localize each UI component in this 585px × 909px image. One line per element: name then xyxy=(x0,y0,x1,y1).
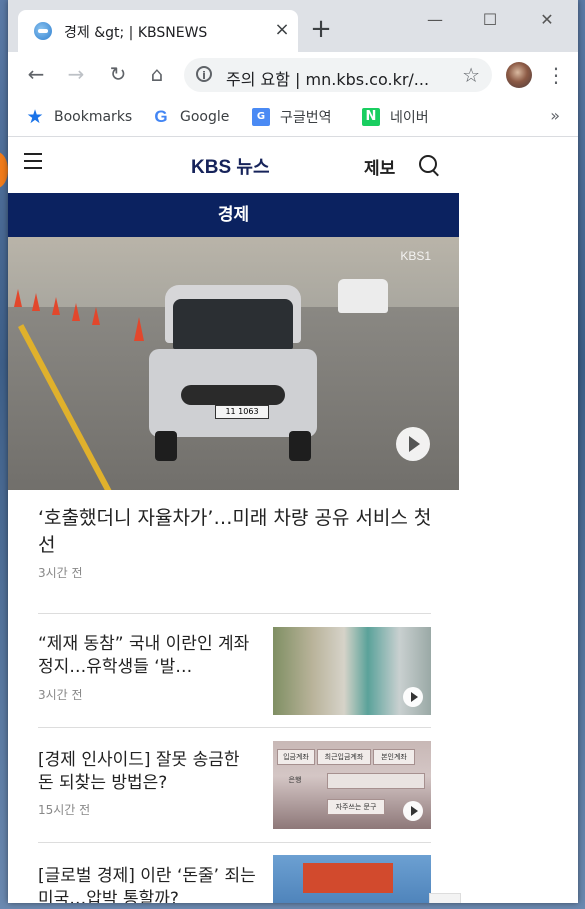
scroll-button[interactable] xyxy=(429,893,461,903)
article-title[interactable]: [경제 인사이드] 잘못 송금한 돈 되찾는 방법은? xyxy=(38,749,260,795)
thumb-label: 은행 xyxy=(288,776,302,784)
article-time: 15시간 전 xyxy=(38,803,91,817)
reload-icon[interactable]: ↻ xyxy=(104,60,132,88)
headline-time: 3시간 전 xyxy=(38,566,83,580)
maximize-icon[interactable]: ☐ xyxy=(470,8,510,32)
bookmark-star-icon[interactable]: ☆ xyxy=(462,63,480,87)
bookmark-bookmarks[interactable]: ★ Bookmarks xyxy=(26,106,132,128)
logo-news-text: 뉴스 xyxy=(236,157,270,177)
oil-rig-image xyxy=(303,863,393,893)
naver-icon: N xyxy=(362,108,380,126)
logo-kbs-text: KBS xyxy=(191,157,232,178)
article-time: 3시간 전 xyxy=(38,688,83,702)
thumb-label: 자주쓰는 문구 xyxy=(327,799,385,815)
play-icon[interactable] xyxy=(403,801,423,821)
search-icon[interactable] xyxy=(419,155,437,173)
traffic-cone xyxy=(32,293,40,311)
section-title: 경제 xyxy=(8,193,459,237)
report-link[interactable]: 제보 xyxy=(364,154,395,179)
article-thumbnail[interactable] xyxy=(273,627,431,715)
kbs-news-logo[interactable]: KBS 뉴스 xyxy=(191,153,270,179)
star-icon: ★ xyxy=(26,106,44,128)
thumb-field xyxy=(327,773,425,789)
article-title[interactable]: [글로벌 경제] 이란 ‘돈줄’ 죄는 미국…압박 통할까? xyxy=(38,865,260,903)
headline-title[interactable]: ‘호출했더니 자율차가’…미래 차량 공유 서비스 첫선 xyxy=(38,505,433,559)
bookmark-naver[interactable]: N 네이버 xyxy=(362,106,429,128)
bookmark-label: Google xyxy=(180,109,230,125)
site-info-icon[interactable]: i xyxy=(196,66,212,82)
desktop-app-icon[interactable] xyxy=(0,152,8,188)
profile-avatar[interactable] xyxy=(506,62,532,88)
site-header: KBS 뉴스 제보 xyxy=(8,137,459,193)
background-car xyxy=(338,279,388,313)
license-plate: 11 1063 xyxy=(215,405,269,419)
traffic-cone xyxy=(14,289,22,307)
address-text[interactable]: 주의 요함 | mn.kbs.co.kr/... xyxy=(226,66,446,90)
tab-strip: 경제 &gt; | KBSNEWS × + — ☐ ✕ xyxy=(8,0,578,52)
bookmark-label: 네이버 xyxy=(390,110,429,126)
kbs1-watermark: KBS1 xyxy=(400,249,431,263)
article-thumbnail[interactable]: 입금계좌 최근입금계좌 본인계좌 은행 자주쓰는 문구 xyxy=(273,741,431,829)
browser-tab-active[interactable]: 경제 &gt; | KBSNEWS × xyxy=(18,10,298,52)
bookmark-google-translate[interactable]: G 구글번역 xyxy=(252,106,332,128)
address-bar[interactable]: i 주의 요함 | mn.kbs.co.kr/... ☆ xyxy=(184,58,492,92)
thumb-label: 입금계좌 xyxy=(277,749,315,765)
autonomous-car: 11 1063 xyxy=(143,285,323,461)
minimize-icon[interactable]: — xyxy=(415,8,455,32)
article-title[interactable]: “제재 동참” 국내 이란인 계좌 정지…유학생들 ‘발… xyxy=(38,633,260,679)
new-tab-button[interactable]: + xyxy=(308,16,334,42)
traffic-cone xyxy=(52,297,60,315)
divider xyxy=(38,727,431,728)
translate-icon: G xyxy=(252,108,270,126)
play-icon[interactable] xyxy=(396,427,430,461)
bookmark-label: Bookmarks xyxy=(54,109,133,125)
play-icon[interactable] xyxy=(403,687,423,707)
thumb-label: 본인계좌 xyxy=(373,749,415,765)
back-arrow-icon[interactable]: ← xyxy=(22,60,50,88)
browser-menu-icon[interactable]: ⋮ xyxy=(546,61,566,89)
google-icon: G xyxy=(154,107,168,126)
forward-arrow-icon[interactable]: → xyxy=(62,60,90,88)
browser-toolbar: ← → ↻ ⌂ i 주의 요함 | mn.kbs.co.kr/... ☆ ⋮ xyxy=(8,52,578,98)
article-thumbnail[interactable] xyxy=(273,855,431,903)
web-page: KBS 뉴스 제보 경제 11 1063 KBS1 ‘호출했더니 자율차가’…미… xyxy=(8,137,578,903)
hamburger-menu-icon[interactable] xyxy=(24,153,42,169)
bookmark-label: 구글번역 xyxy=(280,110,332,126)
divider xyxy=(38,613,431,614)
bookmarks-overflow-icon[interactable]: » xyxy=(550,106,560,125)
browser-window: 경제 &gt; | KBSNEWS × + — ☐ ✕ ← → ↻ ⌂ i 주의… xyxy=(8,0,578,903)
headline-video-thumbnail[interactable]: 11 1063 KBS1 xyxy=(8,237,459,490)
tab-title: 경제 &gt; | KBSNEWS xyxy=(64,25,208,41)
home-icon[interactable]: ⌂ xyxy=(143,60,171,88)
bookmark-google[interactable]: G Google xyxy=(152,106,229,128)
close-window-icon[interactable]: ✕ xyxy=(527,8,567,32)
divider xyxy=(38,842,431,843)
tab-close-icon[interactable]: × xyxy=(272,20,292,40)
kbs-favicon-icon xyxy=(34,22,52,40)
bookmarks-bar: ★ Bookmarks G Google G 구글번역 N 네이버 » xyxy=(8,98,578,137)
thumb-label: 최근입금계좌 xyxy=(317,749,371,765)
